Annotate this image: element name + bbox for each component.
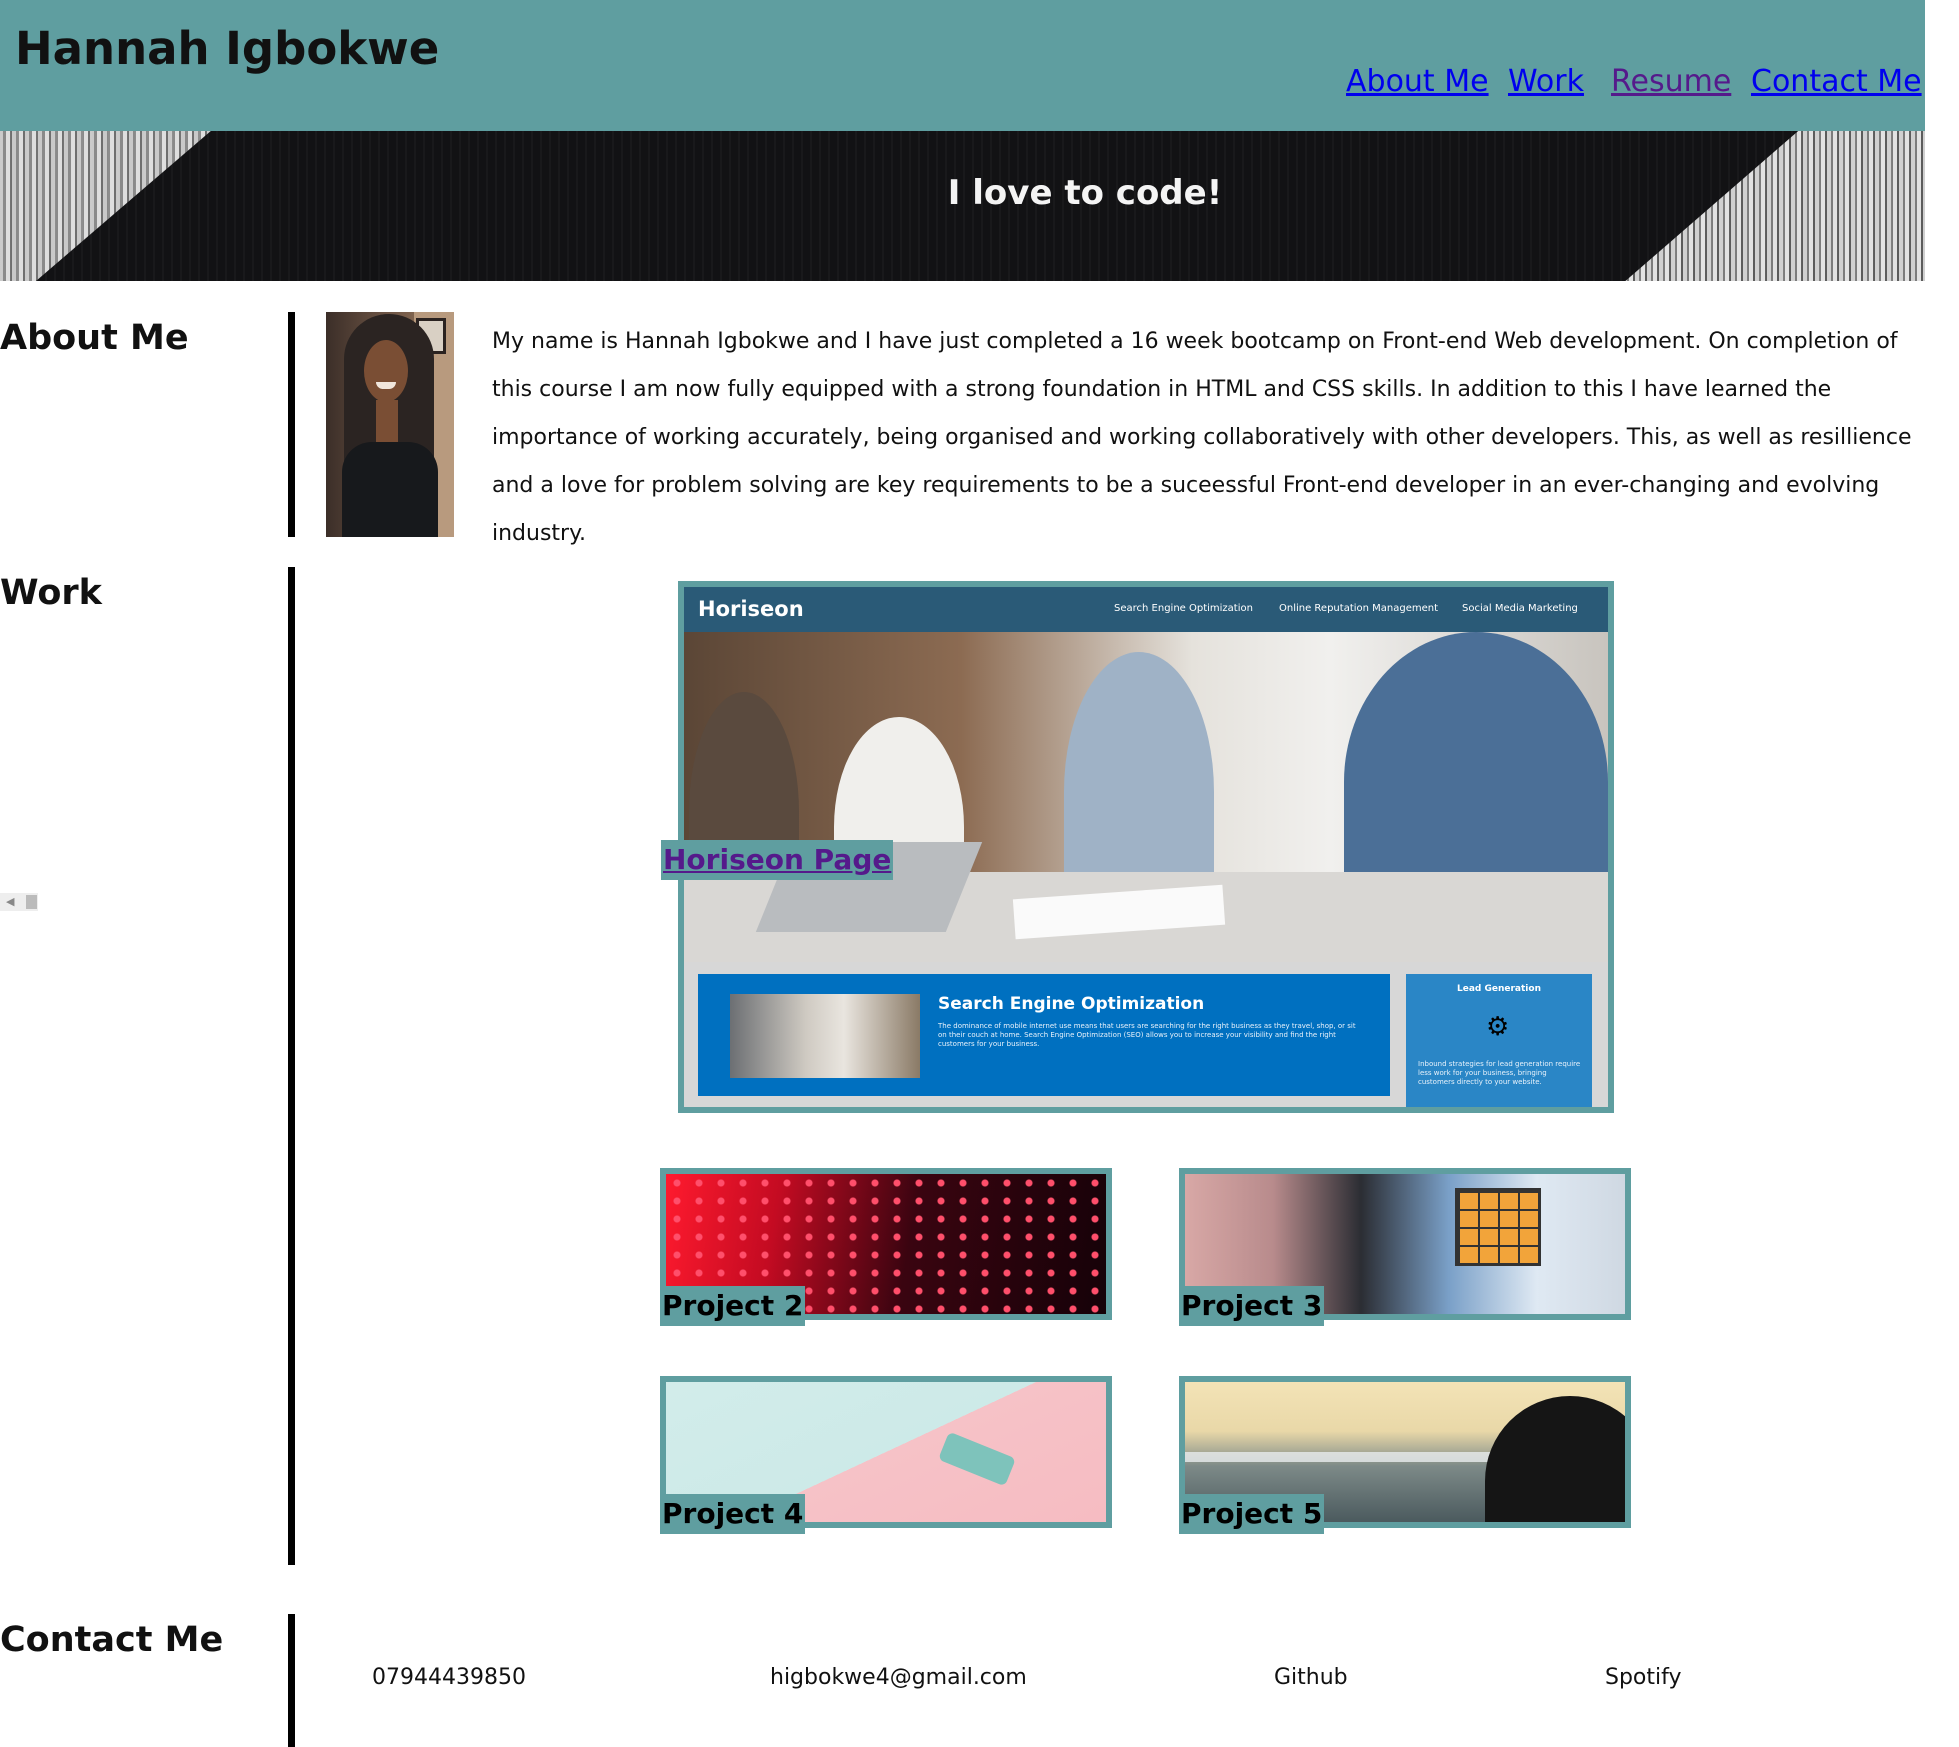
project-4-caption[interactable]: Project 4 (660, 1494, 806, 1534)
lead-card-text: Inbound strategies for lead generation r… (1418, 1060, 1581, 1086)
horiseon-preview-lead-card: Lead Generation ⚙ Inbound strategies for… (1406, 974, 1592, 1107)
horiseon-preview-content: Search Engine Optimization The dominance… (684, 962, 1608, 1107)
horiseon-preview-logo: Horiseon (698, 597, 804, 621)
horizontal-scrollbar[interactable]: ◀ (0, 893, 38, 911)
photo-body (342, 442, 438, 537)
horiseon-preview-nav-item: Online Reputation Management (1279, 603, 1439, 614)
nav-link-resume[interactable]: Resume (1611, 64, 1731, 99)
contact-spotify-link[interactable]: Spotify (1605, 1665, 1682, 1690)
horiseon-preview-header: Horiseon Search Engine Optimization Onli… (684, 587, 1608, 632)
work-divider (288, 567, 295, 1565)
hero-tagline: I love to code! (947, 173, 1223, 213)
horiseon-preview-nav-item: Social Media Marketing (1462, 603, 1578, 614)
nav-link-contact-me[interactable]: Contact Me (1751, 64, 1922, 99)
featured-project-caption[interactable]: Horiseon Page (661, 840, 894, 880)
contact-phone: 07944439850 (372, 1665, 526, 1690)
lead-generation-icon: ⚙ (1486, 1012, 1510, 1042)
project-2-caption[interactable]: Project 2 (660, 1286, 806, 1326)
seo-card-image (730, 994, 920, 1078)
scroll-left-arrow-icon[interactable]: ◀ (6, 895, 14, 908)
project-5-caption[interactable]: Project 5 (1179, 1494, 1325, 1534)
horiseon-preview-nav-item: Search Engine Optimization (1114, 603, 1253, 614)
contact-email-link[interactable]: higbokwe4@gmail.com (770, 1665, 1027, 1690)
profile-photo (326, 312, 454, 537)
horiseon-preview-hero-photo (684, 632, 1608, 962)
contact-section-title: Contact Me (0, 1620, 224, 1660)
nav-link-about-me[interactable]: About Me (1346, 64, 1489, 99)
lead-card-title: Lead Generation (1457, 984, 1541, 994)
nav-link-work[interactable]: Work (1508, 64, 1584, 99)
seo-card-title: Search Engine Optimization (938, 994, 1205, 1014)
about-text: My name is Hannah Igbokwe and I have jus… (492, 329, 1912, 546)
about-section-title: About Me (0, 318, 189, 358)
main-nav: About Me Work Resume Contact Me (0, 64, 1925, 108)
contact-github-link[interactable]: Github (1274, 1665, 1348, 1690)
contact-divider (288, 1614, 295, 1747)
silhouette-image (1485, 1396, 1625, 1522)
hero-banner: I love to code! (0, 131, 1925, 281)
about-divider (288, 312, 295, 537)
seo-card-text: The dominance of mobile internet use mea… (938, 1022, 1356, 1048)
scrollbar-thumb[interactable] (26, 895, 37, 909)
phone-image (938, 1431, 1016, 1487)
calculator-app-image (1455, 1188, 1541, 1266)
photo-face (364, 340, 408, 402)
site-header: Hannah Igbokwe About Me Work Resume Cont… (0, 0, 1925, 131)
work-section-title: Work (0, 573, 102, 613)
project-3-caption[interactable]: Project 3 (1179, 1286, 1325, 1326)
horiseon-preview-seo-card: Search Engine Optimization The dominance… (698, 974, 1390, 1096)
